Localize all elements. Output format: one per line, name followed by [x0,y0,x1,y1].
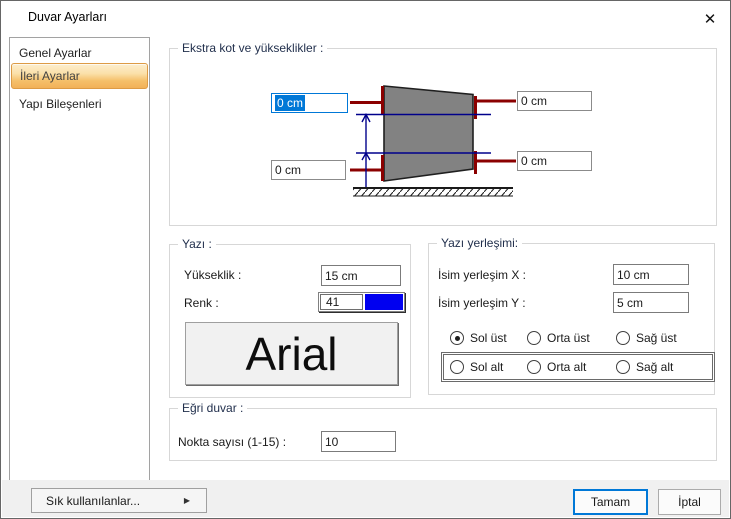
height-input[interactable] [321,265,401,286]
extra-top-left-input[interactable]: 0 cm [271,93,348,113]
font-preview-text: Arial [245,327,337,381]
group-curved-wall-label: Eğri duvar : [178,401,247,415]
placement-y-input[interactable] [613,292,689,313]
radio-sag-ust[interactable]: Sağ üst [616,331,677,345]
radio-orta-alt[interactable]: Orta alt [527,360,586,374]
radio-icon [450,331,464,345]
font-preview-button[interactable]: Arial [185,322,398,385]
window-title: Duvar Ayarları [28,10,107,24]
group-text-placement-label: Yazı yerleşimi: [437,236,522,250]
radio-label: Sağ üst [636,331,677,345]
extra-top-right-input[interactable] [517,91,592,111]
radio-icon [450,360,464,374]
radio-icon [616,360,630,374]
point-count-input[interactable] [321,431,396,452]
radio-icon [527,360,541,374]
extra-bottom-left-input[interactable] [271,160,346,180]
close-button[interactable]: ✕ [695,6,725,32]
radio-orta-ust[interactable]: Orta üst [527,331,590,345]
color-swatch [365,294,403,310]
extra-bottom-right-input[interactable] [517,151,592,171]
radio-icon [527,331,541,345]
radio-label: Sol alt [470,360,503,374]
sidebar-item-ileri-ayarlar[interactable]: İleri Ayarlar [11,63,148,89]
favorites-label: Sık kullanılanlar... [46,494,140,508]
arrow-right-icon: ▶ [184,496,190,505]
radio-label: Sol üst [470,331,507,345]
radio-sol-alt[interactable]: Sol alt [450,360,503,374]
sidebar-item-yapi-bilesenleri[interactable]: Yapı Bileşenleri [11,93,147,115]
sidebar-item-label: İleri Ayarlar [20,69,80,83]
ok-button[interactable]: Tamam [573,489,648,515]
placement-y-label: İsim yerleşim Y : [438,295,526,311]
placement-x-label: İsim yerleşim X : [438,267,526,283]
cancel-button-label: İptal [678,495,701,509]
sidebar-item-label: Yapı Bileşenleri [19,97,102,111]
favorites-button[interactable]: Sık kullanılanlar... ▶ [31,488,207,513]
height-label: Yükseklik : [184,267,241,283]
placement-x-input[interactable] [613,264,689,285]
group-extra-heights-label: Ekstra kot ve yükseklikler : [178,41,327,55]
sidebar-item-genel-ayarlar[interactable]: Genel Ayarlar [11,42,147,64]
radio-label: Sağ alt [636,360,673,374]
ok-button-label: Tamam [591,495,630,509]
close-icon: ✕ [704,10,717,28]
group-text-label: Yazı : [178,237,216,251]
color-picker[interactable]: 41 [318,292,405,312]
color-label: Renk : [184,295,219,311]
radio-label: Orta üst [547,331,590,345]
radio-sag-alt[interactable]: Sağ alt [616,360,673,374]
group-extra-heights: Ekstra kot ve yükseklikler : [169,48,717,226]
selected-value: 0 cm [275,95,305,111]
color-index-value: 41 [320,294,363,310]
dialog-window: Duvar Ayarları ✕ Genel Ayarlar İleri Aya… [0,0,731,519]
radio-label: Orta alt [547,360,586,374]
cancel-button[interactable]: İptal [658,489,721,515]
sidebar-item-label: Genel Ayarlar [19,46,92,60]
radio-icon [616,331,630,345]
radio-sol-ust[interactable]: Sol üst [450,331,507,345]
point-count-label: Nokta sayısı (1-15) : [178,434,286,450]
